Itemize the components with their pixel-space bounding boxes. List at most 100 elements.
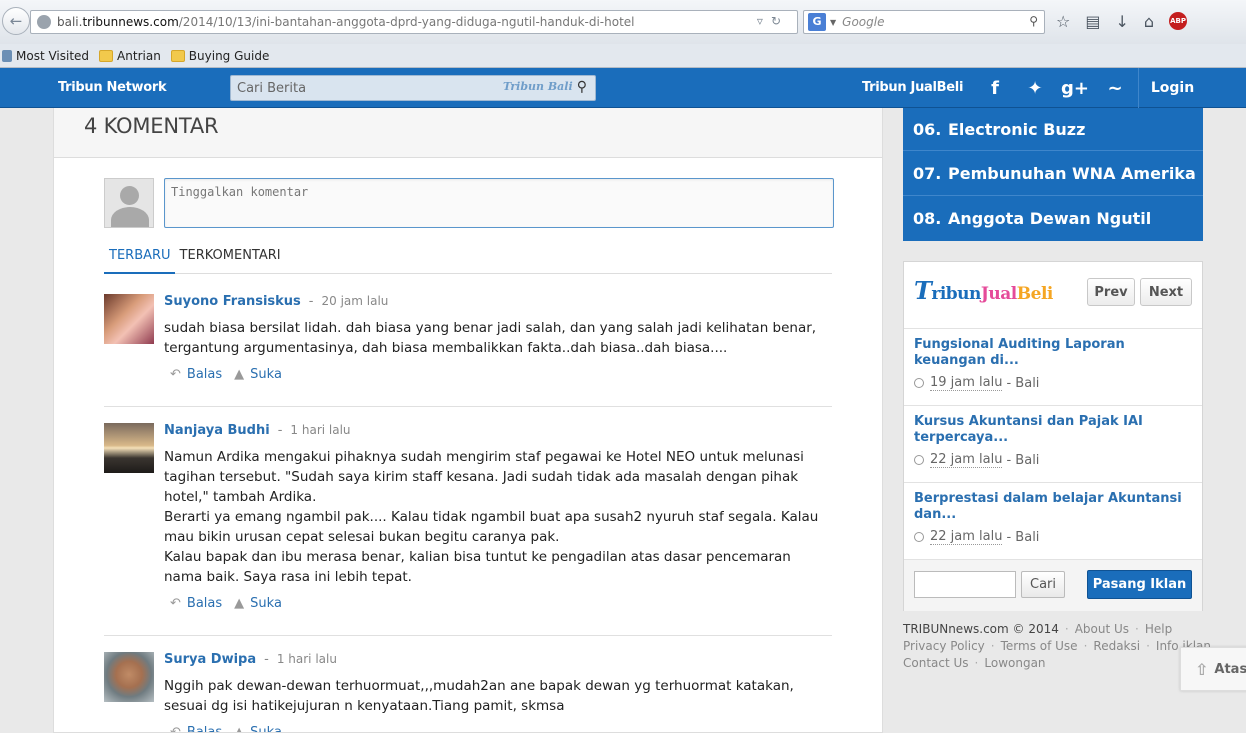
clock-icon xyxy=(914,378,924,388)
jualbeli-search-button[interactable]: Cari xyxy=(1021,571,1065,598)
avatar[interactable] xyxy=(104,652,154,702)
copyright: TRIBUNnews.com © 2014 xyxy=(903,622,1059,636)
prev-button[interactable]: Prev xyxy=(1087,278,1135,306)
clock-icon xyxy=(914,532,924,542)
tribun-jualbeli-logo[interactable]: TribunJualBeli xyxy=(914,276,1053,305)
footer-link-terms[interactable]: Terms of Use xyxy=(1001,639,1078,653)
bookmark-buying-guide[interactable]: Buying Guide xyxy=(170,49,269,63)
site-nav: Tribun Network Cari Berita Tribun Bali ⚲… xyxy=(0,68,1246,108)
brand-link[interactable]: Tribun Network xyxy=(58,80,167,95)
comment-author[interactable]: Surya Dwipa xyxy=(164,652,256,667)
google-plus-icon[interactable]: g+ xyxy=(1055,68,1095,108)
popular-item[interactable]: 06. Electronic Buzz xyxy=(903,108,1203,151)
news-search-input[interactable]: Cari Berita Tribun Bali ⚲ xyxy=(230,75,596,101)
default-avatar-icon xyxy=(104,178,154,228)
next-button[interactable]: Next xyxy=(1140,278,1192,306)
comment-author[interactable]: Nanjaya Budhi xyxy=(164,423,270,438)
ad-location: - Bali xyxy=(1006,452,1040,468)
ad-time: 22 jam lalu xyxy=(930,452,1003,468)
download-icon[interactable]: ↓ xyxy=(1115,12,1128,31)
reload-icon[interactable]: ▿↻ xyxy=(757,14,789,28)
twitter-icon[interactable]: ✦ xyxy=(1015,68,1055,108)
address-bar[interactable]: bali. tribunnews.com/2014/10/13/ini-banta… xyxy=(30,10,798,34)
globe-icon xyxy=(37,15,51,29)
thumbs-up-icon: ▲ xyxy=(234,596,245,611)
bookmark-star-icon[interactable]: ☆ xyxy=(1056,12,1070,31)
jualbeli-widget: TribunJualBeli Prev Next Fungsional Audi… xyxy=(903,261,1203,611)
comment-text: Namun Ardika mengakui pihaknya sudah men… xyxy=(164,449,819,585)
ad-time: 19 jam lalu xyxy=(930,375,1003,391)
reply-button[interactable]: Balas xyxy=(187,596,222,611)
clipboard-icon[interactable]: ▤ xyxy=(1085,12,1100,31)
tab-terkomentari[interactable]: TERKOMENTARI xyxy=(175,248,285,274)
ad-time: 22 jam lalu xyxy=(930,529,1003,545)
avatar[interactable] xyxy=(104,294,154,344)
facebook-icon[interactable]: f xyxy=(975,68,1015,108)
like-button[interactable]: Suka xyxy=(250,725,282,732)
bookmark-most-visited[interactable]: Most Visited xyxy=(2,49,89,63)
reply-button[interactable]: Balas xyxy=(187,725,222,732)
ad-item: Fungsional Auditing Laporan keuangan di.… xyxy=(904,329,1202,406)
comment-time: 1 hari lalu xyxy=(290,423,351,437)
bookmark-antrian[interactable]: Antrian xyxy=(99,49,161,63)
home-icon[interactable]: ⌂ xyxy=(1144,12,1154,31)
rss-icon[interactable]: ∼ xyxy=(1095,68,1135,108)
chevron-down-icon[interactable]: ▼ xyxy=(830,18,836,27)
ad-title-link[interactable]: Fungsional Auditing Laporan keuangan di.… xyxy=(914,337,1192,369)
back-to-top-button[interactable]: ⇧ Atas xyxy=(1180,647,1246,691)
reply-icon: ↶ xyxy=(170,367,181,382)
reply-button[interactable]: Balas xyxy=(187,367,222,382)
login-button[interactable]: Login xyxy=(1138,68,1206,108)
comment-composer: Tinggalkan komentar xyxy=(104,178,834,228)
footer-links: TRIBUNnews.com © 2014 · About Us · Help Priv… xyxy=(903,622,1212,670)
ad-location: - Bali xyxy=(1006,375,1040,391)
news-search-placeholder: Cari Berita xyxy=(237,80,307,96)
jualbeli-search-input[interactable] xyxy=(914,571,1016,598)
comment-text: Nggih pak dewan-dewan terhuormuat,,,muda… xyxy=(164,678,794,714)
comment-time: 20 jam lalu xyxy=(321,294,389,308)
reply-icon: ↶ xyxy=(170,596,181,611)
footer-link-contact[interactable]: Contact Us xyxy=(903,656,969,670)
thumbs-up-icon: ▲ xyxy=(234,725,245,733)
comments-panel: 4 KOMENTAR Tinggalkan komentar TERBARU T… xyxy=(53,108,883,733)
jualbeli-link[interactable]: Tribun JualBeli xyxy=(862,80,963,95)
footer-link-about[interactable]: About Us xyxy=(1075,622,1129,636)
ad-title-link[interactable]: Kursus Akuntansi dan Pajak IAI terpercay… xyxy=(914,414,1192,446)
folder-icon xyxy=(99,49,114,62)
browser-search-box[interactable]: G ▼ Google ⚲ xyxy=(803,10,1045,34)
search-icon[interactable]: ⚲ xyxy=(1029,14,1038,28)
footer-link-redaksi[interactable]: Redaksi xyxy=(1093,639,1140,653)
back-button[interactable]: ← xyxy=(2,7,30,35)
footer-link-lowongan[interactable]: Lowongan xyxy=(984,656,1045,670)
comment-input[interactable]: Tinggalkan komentar xyxy=(164,178,834,228)
comment-divider xyxy=(104,635,832,636)
comment-time: 1 hari lalu xyxy=(276,652,337,666)
footer-link-help[interactable]: Help xyxy=(1145,622,1172,636)
page-icon xyxy=(2,49,12,62)
browser-toolbar: ← bali. tribunnews.com/2014/10/13/ini-ban… xyxy=(0,0,1246,44)
avatar[interactable] xyxy=(104,423,154,473)
adblock-icon[interactable]: ABP xyxy=(1169,12,1188,30)
ad-title-link[interactable]: Berprestasi dalam belajar Akuntansi dan.… xyxy=(914,491,1192,523)
url-domain: tribunnews.com xyxy=(82,15,179,29)
search-icon[interactable]: ⚲ xyxy=(577,79,587,95)
comment-sort-tabs: TERBARU TERKOMENTARI xyxy=(104,248,832,274)
footer-link-privacy[interactable]: Privacy Policy xyxy=(903,639,985,653)
comments-count-heading: 4 KOMENTAR xyxy=(54,108,882,158)
browser-search-placeholder: Google xyxy=(842,15,885,29)
comment-author[interactable]: Suyono Fransiskus xyxy=(164,294,301,309)
url-prefix: bali. xyxy=(57,15,83,29)
thumbs-up-icon: ▲ xyxy=(234,367,245,382)
popular-news-list: 06. Electronic Buzz 07. Pembunuhan WNA Ame… xyxy=(903,108,1203,241)
arrow-up-icon: ⇧ xyxy=(1195,659,1209,679)
google-icon[interactable]: G xyxy=(808,13,826,31)
popular-item[interactable]: 08. Anggota Dewan Ngutil xyxy=(903,196,1203,241)
comment-divider xyxy=(104,406,832,407)
reply-icon: ↶ xyxy=(170,725,181,733)
like-button[interactable]: Suka xyxy=(250,596,282,611)
folder-icon xyxy=(170,49,185,62)
like-button[interactable]: Suka xyxy=(250,367,282,382)
popular-item[interactable]: 07. Pembunuhan WNA Amerika xyxy=(903,151,1203,196)
post-ad-button[interactable]: Pasang Iklan xyxy=(1087,570,1192,599)
tab-terbaru[interactable]: TERBARU xyxy=(104,248,175,274)
